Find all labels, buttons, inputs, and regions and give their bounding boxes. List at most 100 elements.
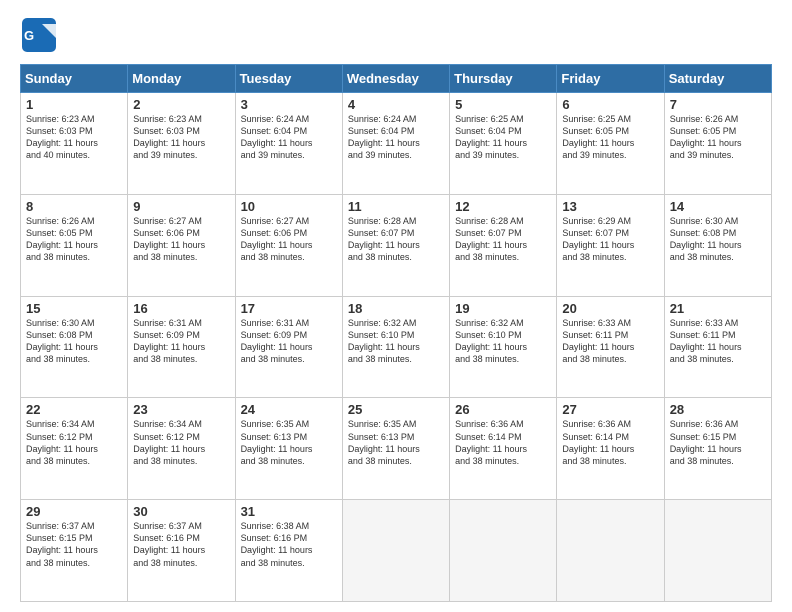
day-number: 4 <box>348 97 444 112</box>
day-info: Sunrise: 6:25 AM Sunset: 6:04 PM Dayligh… <box>455 113 551 162</box>
day-number: 21 <box>670 301 766 316</box>
day-number: 23 <box>133 402 229 417</box>
day-info: Sunrise: 6:31 AM Sunset: 6:09 PM Dayligh… <box>133 317 229 366</box>
day-number: 26 <box>455 402 551 417</box>
calendar-cell: 10Sunrise: 6:27 AM Sunset: 6:06 PM Dayli… <box>235 194 342 296</box>
calendar-cell: 15Sunrise: 6:30 AM Sunset: 6:08 PM Dayli… <box>21 296 128 398</box>
page: G SundayMondayTuesdayWednesdayThursdayFr… <box>0 0 792 612</box>
day-info: Sunrise: 6:25 AM Sunset: 6:05 PM Dayligh… <box>562 113 658 162</box>
day-number: 2 <box>133 97 229 112</box>
day-info: Sunrise: 6:27 AM Sunset: 6:06 PM Dayligh… <box>241 215 337 264</box>
day-number: 10 <box>241 199 337 214</box>
day-info: Sunrise: 6:28 AM Sunset: 6:07 PM Dayligh… <box>348 215 444 264</box>
day-number: 29 <box>26 504 122 519</box>
day-number: 14 <box>670 199 766 214</box>
calendar-cell: 20Sunrise: 6:33 AM Sunset: 6:11 PM Dayli… <box>557 296 664 398</box>
day-number: 8 <box>26 199 122 214</box>
calendar-cell: 25Sunrise: 6:35 AM Sunset: 6:13 PM Dayli… <box>342 398 449 500</box>
day-number: 19 <box>455 301 551 316</box>
calendar-cell: 2Sunrise: 6:23 AM Sunset: 6:03 PM Daylig… <box>128 93 235 195</box>
day-number: 11 <box>348 199 444 214</box>
calendar-cell: 29Sunrise: 6:37 AM Sunset: 6:15 PM Dayli… <box>21 500 128 602</box>
calendar-cell <box>557 500 664 602</box>
day-number: 16 <box>133 301 229 316</box>
day-info: Sunrise: 6:36 AM Sunset: 6:14 PM Dayligh… <box>562 418 658 467</box>
day-info: Sunrise: 6:24 AM Sunset: 6:04 PM Dayligh… <box>241 113 337 162</box>
calendar-cell: 27Sunrise: 6:36 AM Sunset: 6:14 PM Dayli… <box>557 398 664 500</box>
day-info: Sunrise: 6:23 AM Sunset: 6:03 PM Dayligh… <box>26 113 122 162</box>
day-info: Sunrise: 6:36 AM Sunset: 6:14 PM Dayligh… <box>455 418 551 467</box>
calendar-cell: 9Sunrise: 6:27 AM Sunset: 6:06 PM Daylig… <box>128 194 235 296</box>
calendar-cell: 22Sunrise: 6:34 AM Sunset: 6:12 PM Dayli… <box>21 398 128 500</box>
day-info: Sunrise: 6:28 AM Sunset: 6:07 PM Dayligh… <box>455 215 551 264</box>
day-header-tuesday: Tuesday <box>235 65 342 93</box>
day-number: 18 <box>348 301 444 316</box>
calendar-cell: 31Sunrise: 6:38 AM Sunset: 6:16 PM Dayli… <box>235 500 342 602</box>
calendar-cell: 28Sunrise: 6:36 AM Sunset: 6:15 PM Dayli… <box>664 398 771 500</box>
day-number: 15 <box>26 301 122 316</box>
day-info: Sunrise: 6:38 AM Sunset: 6:16 PM Dayligh… <box>241 520 337 569</box>
day-header-sunday: Sunday <box>21 65 128 93</box>
day-number: 27 <box>562 402 658 417</box>
calendar-cell <box>664 500 771 602</box>
calendar-cell: 7Sunrise: 6:26 AM Sunset: 6:05 PM Daylig… <box>664 93 771 195</box>
calendar-cell: 6Sunrise: 6:25 AM Sunset: 6:05 PM Daylig… <box>557 93 664 195</box>
calendar-cell: 24Sunrise: 6:35 AM Sunset: 6:13 PM Dayli… <box>235 398 342 500</box>
day-info: Sunrise: 6:24 AM Sunset: 6:04 PM Dayligh… <box>348 113 444 162</box>
day-number: 9 <box>133 199 229 214</box>
calendar-week-row: 29Sunrise: 6:37 AM Sunset: 6:15 PM Dayli… <box>21 500 772 602</box>
calendar-cell: 21Sunrise: 6:33 AM Sunset: 6:11 PM Dayli… <box>664 296 771 398</box>
day-info: Sunrise: 6:30 AM Sunset: 6:08 PM Dayligh… <box>26 317 122 366</box>
day-info: Sunrise: 6:37 AM Sunset: 6:16 PM Dayligh… <box>133 520 229 569</box>
header: G <box>20 16 772 54</box>
day-info: Sunrise: 6:33 AM Sunset: 6:11 PM Dayligh… <box>670 317 766 366</box>
calendar-cell: 26Sunrise: 6:36 AM Sunset: 6:14 PM Dayli… <box>450 398 557 500</box>
day-info: Sunrise: 6:32 AM Sunset: 6:10 PM Dayligh… <box>348 317 444 366</box>
day-info: Sunrise: 6:23 AM Sunset: 6:03 PM Dayligh… <box>133 113 229 162</box>
day-info: Sunrise: 6:33 AM Sunset: 6:11 PM Dayligh… <box>562 317 658 366</box>
day-header-wednesday: Wednesday <box>342 65 449 93</box>
calendar-table: SundayMondayTuesdayWednesdayThursdayFrid… <box>20 64 772 602</box>
calendar-cell: 8Sunrise: 6:26 AM Sunset: 6:05 PM Daylig… <box>21 194 128 296</box>
calendar-week-row: 15Sunrise: 6:30 AM Sunset: 6:08 PM Dayli… <box>21 296 772 398</box>
calendar-cell: 18Sunrise: 6:32 AM Sunset: 6:10 PM Dayli… <box>342 296 449 398</box>
logo: G <box>20 16 62 54</box>
calendar-cell: 1Sunrise: 6:23 AM Sunset: 6:03 PM Daylig… <box>21 93 128 195</box>
calendar-cell: 13Sunrise: 6:29 AM Sunset: 6:07 PM Dayli… <box>557 194 664 296</box>
calendar-cell: 17Sunrise: 6:31 AM Sunset: 6:09 PM Dayli… <box>235 296 342 398</box>
day-header-monday: Monday <box>128 65 235 93</box>
day-info: Sunrise: 6:30 AM Sunset: 6:08 PM Dayligh… <box>670 215 766 264</box>
day-header-saturday: Saturday <box>664 65 771 93</box>
day-info: Sunrise: 6:37 AM Sunset: 6:15 PM Dayligh… <box>26 520 122 569</box>
calendar-cell <box>450 500 557 602</box>
svg-text:G: G <box>24 28 34 43</box>
day-number: 22 <box>26 402 122 417</box>
day-info: Sunrise: 6:29 AM Sunset: 6:07 PM Dayligh… <box>562 215 658 264</box>
day-info: Sunrise: 6:34 AM Sunset: 6:12 PM Dayligh… <box>26 418 122 467</box>
day-info: Sunrise: 6:35 AM Sunset: 6:13 PM Dayligh… <box>241 418 337 467</box>
calendar-cell: 16Sunrise: 6:31 AM Sunset: 6:09 PM Dayli… <box>128 296 235 398</box>
day-number: 24 <box>241 402 337 417</box>
day-number: 3 <box>241 97 337 112</box>
calendar-cell: 14Sunrise: 6:30 AM Sunset: 6:08 PM Dayli… <box>664 194 771 296</box>
calendar-cell: 4Sunrise: 6:24 AM Sunset: 6:04 PM Daylig… <box>342 93 449 195</box>
day-info: Sunrise: 6:26 AM Sunset: 6:05 PM Dayligh… <box>26 215 122 264</box>
day-number: 1 <box>26 97 122 112</box>
calendar-cell: 12Sunrise: 6:28 AM Sunset: 6:07 PM Dayli… <box>450 194 557 296</box>
calendar-cell: 3Sunrise: 6:24 AM Sunset: 6:04 PM Daylig… <box>235 93 342 195</box>
day-header-thursday: Thursday <box>450 65 557 93</box>
logo-icon: G <box>20 16 58 54</box>
day-number: 13 <box>562 199 658 214</box>
calendar-cell: 19Sunrise: 6:32 AM Sunset: 6:10 PM Dayli… <box>450 296 557 398</box>
calendar-cell: 30Sunrise: 6:37 AM Sunset: 6:16 PM Dayli… <box>128 500 235 602</box>
day-number: 20 <box>562 301 658 316</box>
day-info: Sunrise: 6:35 AM Sunset: 6:13 PM Dayligh… <box>348 418 444 467</box>
calendar-cell: 23Sunrise: 6:34 AM Sunset: 6:12 PM Dayli… <box>128 398 235 500</box>
day-info: Sunrise: 6:36 AM Sunset: 6:15 PM Dayligh… <box>670 418 766 467</box>
day-number: 17 <box>241 301 337 316</box>
day-header-friday: Friday <box>557 65 664 93</box>
day-number: 31 <box>241 504 337 519</box>
day-number: 5 <box>455 97 551 112</box>
calendar-week-row: 8Sunrise: 6:26 AM Sunset: 6:05 PM Daylig… <box>21 194 772 296</box>
day-number: 28 <box>670 402 766 417</box>
